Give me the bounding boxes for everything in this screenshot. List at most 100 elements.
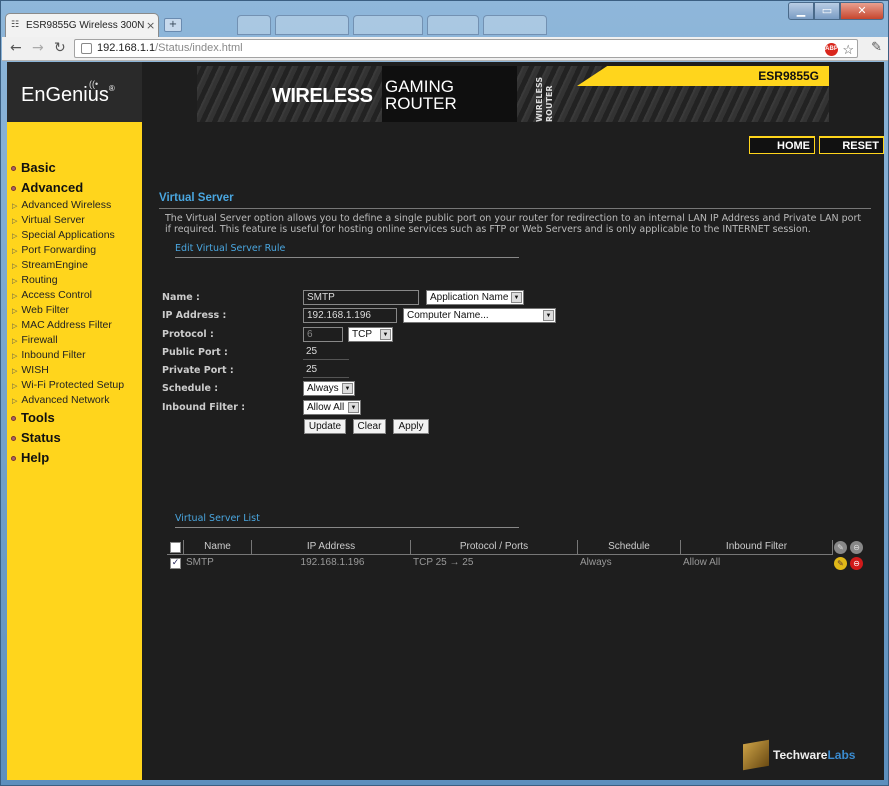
menu-item-routing[interactable]: ▷ Routing [11, 273, 142, 288]
page-viewport: EnGenius® ((• Basic Advanced ▷ Advanced W… [7, 62, 884, 780]
browser-window: ☷ ESR9855G Wireless 300N Ga × + ▁ ▭ ✕ ← … [0, 0, 889, 786]
background-window-tab [427, 15, 479, 35]
background-window-tab [353, 15, 423, 35]
new-tab-button[interactable]: + [164, 18, 182, 32]
dropdown-arrow-icon: ▼ [348, 402, 359, 413]
apply-button[interactable]: Apply [393, 419, 429, 434]
clear-button[interactable]: Clear [353, 419, 386, 434]
page-icon [81, 43, 92, 54]
tab-title: ESR9855G Wireless 300N Ga [26, 20, 146, 31]
triangle-icon: ▷ [12, 263, 18, 270]
menu-item-advanced-network[interactable]: ▷ Advanced Network [11, 393, 142, 408]
menu-help[interactable]: Help [11, 448, 142, 468]
wrench-menu-icon[interactable]: ✎ [871, 40, 882, 55]
techwarelabs-watermark: TechwareLabs [743, 739, 883, 774]
menu-item-advanced-wireless[interactable]: ▷ Advanced Wireless [11, 198, 142, 213]
menu-item-virtual-server[interactable]: ▷ Virtual Server [11, 213, 142, 228]
sidebar: EnGenius® ((• Basic Advanced ▷ Advanced W… [7, 62, 142, 780]
logo-registered-mark: ® [108, 84, 115, 93]
header-name: Name [184, 540, 252, 555]
triangle-icon: ▷ [12, 398, 18, 405]
minimize-button[interactable]: ▁ [788, 2, 814, 20]
model-name: ESR9855G [758, 69, 819, 83]
header-protocol-ports: Protocol / Ports [411, 540, 578, 555]
menu-item-mac-address-filter[interactable]: ▷ MAC Address Filter [11, 318, 142, 333]
bullet-icon [11, 166, 16, 172]
update-button[interactable]: Update [304, 419, 346, 434]
sidebar-menu: Basic Advanced ▷ Advanced Wireless ▷ Virtu… [11, 158, 142, 468]
menu-item-firewall[interactable]: ▷ Firewall [11, 333, 142, 348]
watermark-text: TechwareLabs [773, 748, 856, 762]
menu-item-access-control[interactable]: ▷ Access Control [11, 288, 142, 303]
public-port-label: Public Port : [162, 347, 228, 358]
menu-item-wish[interactable]: ▷ WISH [11, 363, 142, 378]
main-content: Virtual Server The Virtual Server option… [159, 192, 871, 570]
banner-wireless-text: WIRELESS [272, 85, 373, 107]
page-title: Virtual Server [159, 192, 871, 209]
url-host: 192.168.1.1 [97, 42, 156, 54]
bookmark-star-icon[interactable]: ☆ [842, 41, 854, 58]
dropdown-arrow-icon: ▼ [342, 383, 353, 394]
protocol-select[interactable]: TCP ▼ [348, 327, 393, 342]
triangle-icon: ▷ [12, 203, 18, 210]
schedule-row: Schedule : Always ▼ [162, 381, 662, 397]
inbound-filter-label: Inbound Filter : [162, 402, 246, 413]
menu-item-inbound-filter[interactable]: ▷ Inbound Filter [11, 348, 142, 363]
public-port-row: Public Port : 25 [162, 345, 662, 361]
name-label: Name : [162, 292, 200, 303]
schedule-label: Schedule : [162, 383, 219, 394]
public-port-input[interactable]: 25 [303, 345, 349, 360]
delete-icon[interactable]: ⊖ [850, 557, 863, 570]
navigation-bar: ← → ↻ 192.168.1.1/Status/index.html ABP … [2, 37, 888, 61]
header-schedule: Schedule [578, 540, 681, 555]
computer-name-select[interactable]: Computer Name... ▼ [403, 308, 556, 323]
row-checkbox[interactable]: ✓ [170, 558, 181, 569]
dropdown-arrow-icon: ▼ [380, 329, 391, 340]
table-row: ✓ SMTP 192.168.1.196 TCP 25 → 25 Always … [167, 556, 863, 571]
select-all-checkbox[interactable] [170, 542, 181, 553]
delete-icon-disabled: ⊖ [850, 541, 863, 554]
triangle-icon: ▷ [12, 323, 18, 330]
tab-close-icon[interactable]: × [146, 19, 158, 32]
close-window-button[interactable]: ✕ [840, 2, 884, 20]
ip-address-label: IP Address : [162, 310, 227, 321]
protocol-number-input[interactable]: 6 [303, 327, 343, 342]
edit-pencil-icon[interactable]: ✎ [834, 557, 847, 570]
maximize-button[interactable]: ▭ [814, 2, 840, 20]
menu-item-port-forwarding[interactable]: ▷ Port Forwarding [11, 243, 142, 258]
forward-arrow-icon[interactable]: → [32, 40, 44, 56]
reset-button[interactable]: RESET [819, 136, 884, 154]
back-arrow-icon[interactable]: ← [10, 40, 22, 56]
menu-item-wifi-protected-setup[interactable]: ▷ Wi-Fi Protected Setup [11, 378, 142, 393]
bullet-icon [11, 436, 16, 442]
address-bar[interactable]: 192.168.1.1/Status/index.html ABP ☆ [74, 39, 858, 58]
background-window-tab [483, 15, 547, 35]
name-row: Name : SMTP Application Name ▼ [162, 290, 662, 306]
menu-advanced[interactable]: Advanced [11, 178, 142, 198]
menu-item-streamengine[interactable]: ▷ StreamEngine [11, 258, 142, 273]
triangle-icon: ▷ [12, 293, 18, 300]
reload-icon[interactable]: ↻ [54, 40, 66, 56]
application-name-select[interactable]: Application Name ▼ [426, 290, 524, 305]
home-button[interactable]: HOME [749, 136, 815, 154]
list-section-title: Virtual Server List [175, 513, 519, 528]
menu-tools[interactable]: Tools [11, 408, 142, 428]
menu-status[interactable]: Status [11, 428, 142, 448]
inbound-filter-select[interactable]: Allow All ▼ [303, 400, 361, 415]
bullet-icon [11, 186, 16, 192]
menu-basic[interactable]: Basic [11, 158, 142, 178]
menu-item-special-applications[interactable]: ▷ Special Applications [11, 228, 142, 243]
name-input[interactable]: SMTP [303, 290, 419, 305]
bullet-icon [11, 456, 16, 462]
ip-address-input[interactable]: 192.168.1.196 [303, 308, 397, 323]
dropdown-arrow-icon: ▼ [511, 292, 522, 303]
select-all-cell [167, 540, 184, 555]
private-port-input[interactable]: 25 [303, 363, 349, 378]
adblock-icon[interactable]: ABP [825, 43, 838, 56]
row-inbound-filter: Allow All [683, 557, 721, 568]
menu-item-web-filter[interactable]: ▷ Web Filter [11, 303, 142, 318]
schedule-select[interactable]: Always ▼ [303, 381, 355, 396]
watermark-cube-icon [743, 739, 769, 771]
triangle-icon: ▷ [12, 338, 18, 345]
tab-router-status[interactable]: ☷ ESR9855G Wireless 300N Ga × [5, 13, 159, 37]
